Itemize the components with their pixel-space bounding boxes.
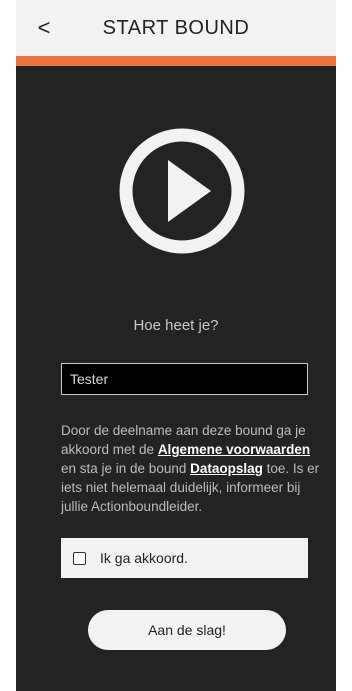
name-input[interactable] <box>61 363 308 395</box>
main-content: Hoe heet je? Door de deelname aan deze b… <box>16 66 336 691</box>
terms-link[interactable]: Algemene voorwaarden <box>158 442 310 457</box>
back-button[interactable]: < <box>24 8 64 48</box>
agree-label: Ik ga akkoord. <box>100 550 188 566</box>
terms-part-2: en sta je in de bound <box>61 461 191 476</box>
accent-bar <box>16 56 336 66</box>
terms-text: Door de deelname aan deze bound ga je ak… <box>61 421 321 516</box>
play-icon[interactable] <box>118 127 246 255</box>
chevron-left-icon: < <box>37 15 51 40</box>
agree-checkbox[interactable] <box>73 551 86 565</box>
start-button[interactable]: Aan de slag! <box>88 610 286 650</box>
header: < START BOUND <box>16 0 336 56</box>
screen: < START BOUND Hoe heet je? Door de deeln… <box>0 0 352 691</box>
data-storage-link[interactable]: Dataopslag <box>190 461 263 476</box>
name-question: Hoe heet je? <box>133 317 219 334</box>
page-title: START BOUND <box>102 16 250 39</box>
agree-checkbox-row[interactable]: Ik ga akkoord. <box>61 538 308 578</box>
